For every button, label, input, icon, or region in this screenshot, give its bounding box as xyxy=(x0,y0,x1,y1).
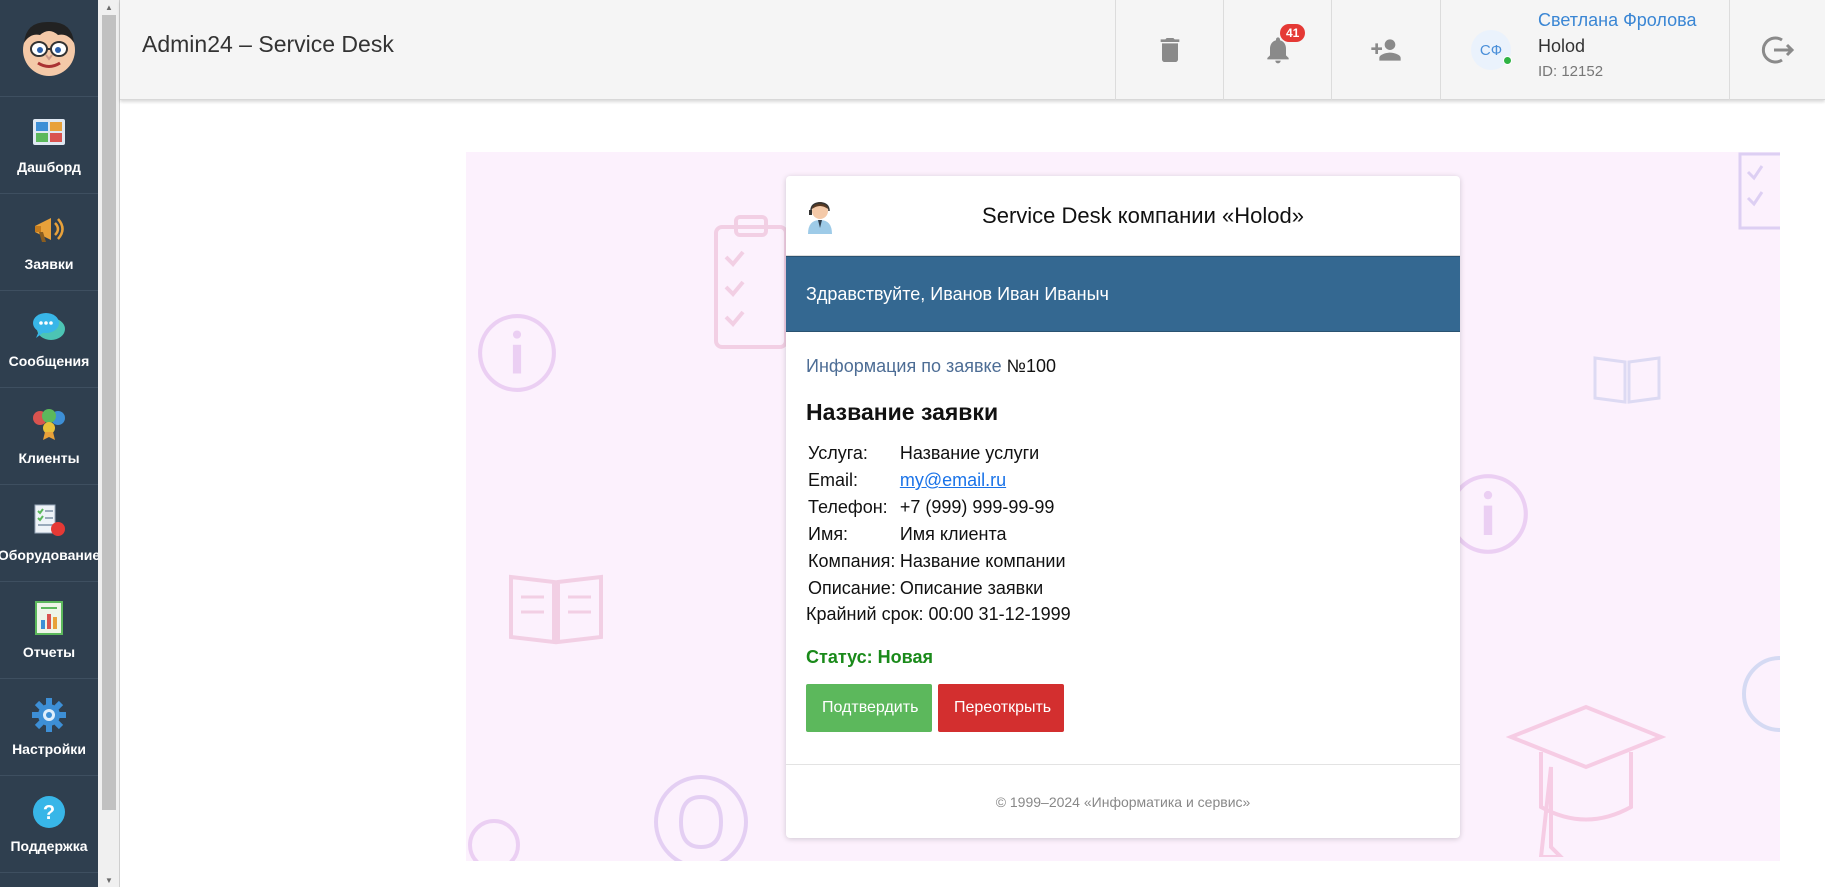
request-details-table: Услуга: Название услуги Email: my@email.… xyxy=(806,442,1068,604)
detail-label: Услуга: xyxy=(808,443,868,463)
detail-label: Email: xyxy=(808,470,859,490)
detail-label: Описание: xyxy=(808,578,896,598)
brain-icon xyxy=(654,775,748,861)
clients-icon xyxy=(33,409,65,440)
card-body: Информация по заявке №100 Название заявк… xyxy=(786,332,1460,764)
detail-row-email: Email: my@email.ru xyxy=(806,469,1068,496)
user-profile[interactable]: СФ Светлана Фролова Holod ID: 12152 xyxy=(1440,0,1730,100)
svg-text:?: ? xyxy=(43,802,55,824)
open-book-icon xyxy=(509,574,603,645)
help-icon: ? xyxy=(33,796,65,828)
vertical-scrollbar[interactable]: ▲ ▼ xyxy=(98,0,120,887)
user-id: ID: 12152 xyxy=(1538,63,1604,80)
greeting-text: Здравствуйте, Иванов Иван Иваныч xyxy=(806,283,1109,304)
megaphone-icon xyxy=(35,218,64,242)
sidebar: Дашборд Заявки Сообщения Клиенты Оборудо… xyxy=(0,0,101,887)
top-header: Admin24 – Service Desk 41 СФ Светлана Фр… xyxy=(120,0,1825,100)
book-icon xyxy=(1593,356,1661,404)
detail-label: Компания: xyxy=(808,551,896,571)
gear-icon xyxy=(32,698,66,732)
notifications-button[interactable]: 41 xyxy=(1223,0,1331,100)
online-status-dot xyxy=(1503,56,1512,65)
detail-row-company: Компания: Название компании xyxy=(806,550,1068,577)
sidebar-item-settings[interactable]: Настройки xyxy=(0,679,98,776)
logout-button[interactable] xyxy=(1730,0,1825,100)
user-company: Holod xyxy=(1538,36,1586,56)
notifications-badge: 41 xyxy=(1280,24,1306,42)
scroll-down-arrow-icon[interactable]: ▼ xyxy=(98,873,120,887)
reopen-button[interactable]: Переоткрыть xyxy=(938,684,1064,732)
sidebar-item-equipment[interactable]: Оборудование xyxy=(0,485,101,582)
request-title: Название заявки xyxy=(806,399,999,425)
sidebar-item-label: Сообщения xyxy=(8,353,90,369)
info-circle-icon xyxy=(468,819,520,861)
add-user-button[interactable] xyxy=(1331,0,1440,100)
email-link[interactable]: my@email.ru xyxy=(900,470,1006,490)
detail-value: Название компании xyxy=(899,551,1066,571)
sidebar-item-label: Клиенты xyxy=(18,450,80,466)
graduation-cap-icon xyxy=(1506,704,1666,857)
detail-value: Имя клиента xyxy=(899,524,1007,544)
user-name[interactable]: Светлана Фролова xyxy=(1538,10,1696,31)
sidebar-item-label: Оборудование xyxy=(0,547,101,563)
action-buttons: Подтвердить Переоткрыть xyxy=(806,684,1440,732)
confirm-button[interactable]: Подтвердить xyxy=(806,684,932,732)
detail-value: Название услуги xyxy=(899,443,1040,463)
detail-label: Имя: xyxy=(808,524,849,544)
equipment-icon xyxy=(34,504,65,536)
info-circle-icon xyxy=(478,314,556,392)
sidebar-item-reports[interactable]: Отчеты xyxy=(0,582,98,679)
request-info-label: Информация по заявке xyxy=(806,356,1002,376)
info-circle-icon xyxy=(1742,656,1780,732)
sidebar-item-label: Поддержка xyxy=(10,838,88,854)
sidebar-item-label: Дашборд xyxy=(17,159,81,175)
add-user-icon xyxy=(1371,39,1401,61)
sidebar-item-dashboard[interactable]: Дашборд xyxy=(0,97,98,194)
trash-button[interactable] xyxy=(1115,0,1223,100)
card-footer: © 1999–2024 «Информатика и сервис» xyxy=(786,764,1460,838)
detail-row-name: Имя: Имя клиента xyxy=(806,523,1068,550)
request-number: №100 xyxy=(1006,356,1056,376)
chat-bubble-icon xyxy=(33,313,65,340)
detail-row-phone: Телефон: +7 (999) 999-99-99 xyxy=(806,496,1068,523)
clipboard-checklist-icon xyxy=(714,215,788,349)
detail-value: +7 (999) 999-99-99 xyxy=(899,497,1055,517)
detail-row-service: Услуга: Название услуги xyxy=(806,442,1068,469)
detail-label: Телефон: xyxy=(808,497,888,517)
detail-row-description: Описание: Описание заявки xyxy=(806,577,1068,604)
scroll-up-arrow-icon[interactable]: ▲ xyxy=(98,0,120,14)
dashboard-icon xyxy=(33,119,65,145)
request-info-line: Информация по заявке №100 xyxy=(806,356,1440,377)
sidebar-item-requests[interactable]: Заявки xyxy=(0,194,98,291)
card-title: Service Desk компании «Holod» xyxy=(982,203,1304,228)
sidebar-item-label: Заявки xyxy=(24,256,74,272)
request-email-card: Service Desk компании «Holod» Здравствуй… xyxy=(786,176,1460,838)
detail-value: Описание заявки xyxy=(899,578,1044,598)
logo[interactable] xyxy=(0,0,98,97)
app-title: Admin24 – Service Desk xyxy=(142,31,394,57)
sidebar-item-label: Отчеты xyxy=(22,644,76,660)
copyright-text: © 1999–2024 «Информатика и сервис» xyxy=(995,793,1251,810)
checklist-icon xyxy=(1738,152,1780,230)
detail-value-cell: my@email.ru xyxy=(898,469,1068,496)
avatar-logo-icon xyxy=(23,21,75,76)
sidebar-item-messages[interactable]: Сообщения xyxy=(0,291,98,388)
sidebar-item-label: Настройки xyxy=(12,741,86,757)
scrollbar-thumb[interactable] xyxy=(102,15,116,810)
greeting-banner: Здравствуйте, Иванов Иван Иваныч xyxy=(786,256,1460,332)
deadline: Крайний срок: 00:00 31-12-1999 xyxy=(806,604,1071,624)
status-badge: Статус: Новая xyxy=(806,647,933,667)
logout-icon xyxy=(1761,36,1794,64)
sidebar-item-clients[interactable]: Клиенты xyxy=(0,388,98,485)
sidebar-item-support[interactable]: ? Поддержка xyxy=(0,776,98,873)
trash-icon xyxy=(1160,38,1179,62)
report-icon xyxy=(35,601,63,635)
card-header: Service Desk компании «Holod» xyxy=(786,176,1460,256)
